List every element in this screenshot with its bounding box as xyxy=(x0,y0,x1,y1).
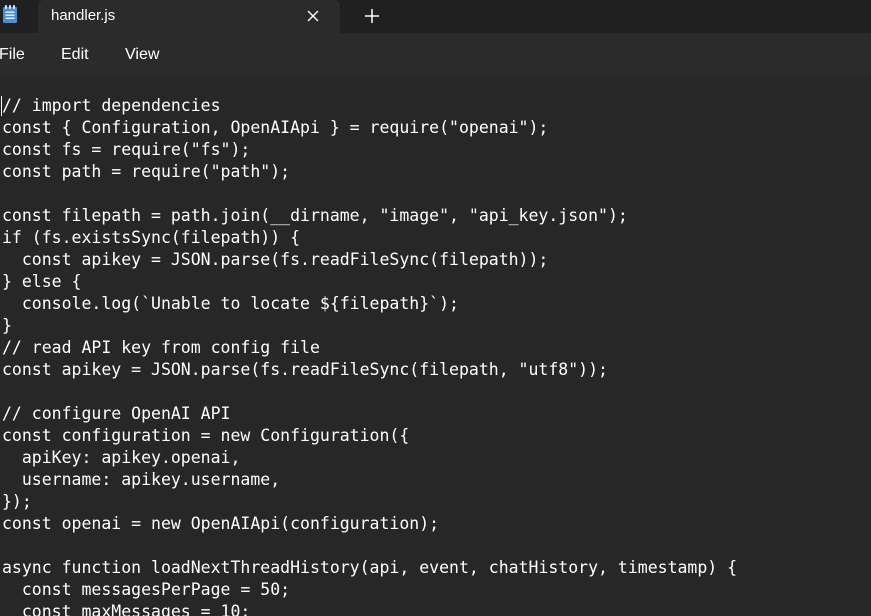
code-line: apiKey: apikey.openai, xyxy=(2,448,241,467)
code-line: } else { xyxy=(2,272,82,291)
new-tab-plus-icon[interactable] xyxy=(362,6,382,26)
code-line: const apikey = JSON.parse(fs.readFileSyn… xyxy=(2,250,549,269)
code-text[interactable]: // import dependencies const { Configurat… xyxy=(2,95,737,616)
text-editor-area[interactable]: // import dependencies const { Configurat… xyxy=(0,75,871,616)
code-line: // configure OpenAI API xyxy=(2,404,231,423)
code-line: const { Configuration, OpenAIApi } = req… xyxy=(2,118,549,137)
tab-handler-js[interactable]: handler.js xyxy=(38,0,340,33)
notepad-icon xyxy=(2,5,18,23)
title-bar: handler.js xyxy=(0,0,871,33)
code-line: async function loadNextThreadHistory(api… xyxy=(2,558,738,577)
code-line: // read API key from config file xyxy=(2,338,320,357)
code-line: const apikey = JSON.parse(fs.readFileSyn… xyxy=(2,360,608,379)
code-line: // import dependencies xyxy=(2,96,221,115)
menu-view[interactable]: View xyxy=(125,45,159,65)
code-line: const fs = require("fs"); xyxy=(2,140,251,159)
tab-title: handler.js xyxy=(51,7,116,24)
code-line: const filepath = path.join(__dirname, "i… xyxy=(2,206,628,225)
menu-bar: File Edit View xyxy=(0,33,871,75)
code-line: console.log(`Unable to locate ${filepath… xyxy=(2,294,459,313)
notepad-window: handler.js File Edit View // import depe… xyxy=(0,0,871,616)
menu-file[interactable]: File xyxy=(0,45,25,65)
code-line: const messagesPerPage = 50; xyxy=(2,580,291,599)
code-line: } xyxy=(2,316,12,335)
code-line: }); xyxy=(2,492,32,511)
code-line: const maxMessages = 10; xyxy=(2,602,251,616)
menu-edit[interactable]: Edit xyxy=(61,45,89,65)
code-line: const openai = new OpenAIApi(configurati… xyxy=(2,514,440,533)
code-line: if (fs.existsSync(filepath)) { xyxy=(2,228,301,247)
code-line: username: apikey.username, xyxy=(2,470,281,489)
close-tab-icon[interactable] xyxy=(304,7,322,25)
code-line: const configuration = new Configuration(… xyxy=(2,426,410,445)
code-line: const path = require("path"); xyxy=(2,162,291,181)
